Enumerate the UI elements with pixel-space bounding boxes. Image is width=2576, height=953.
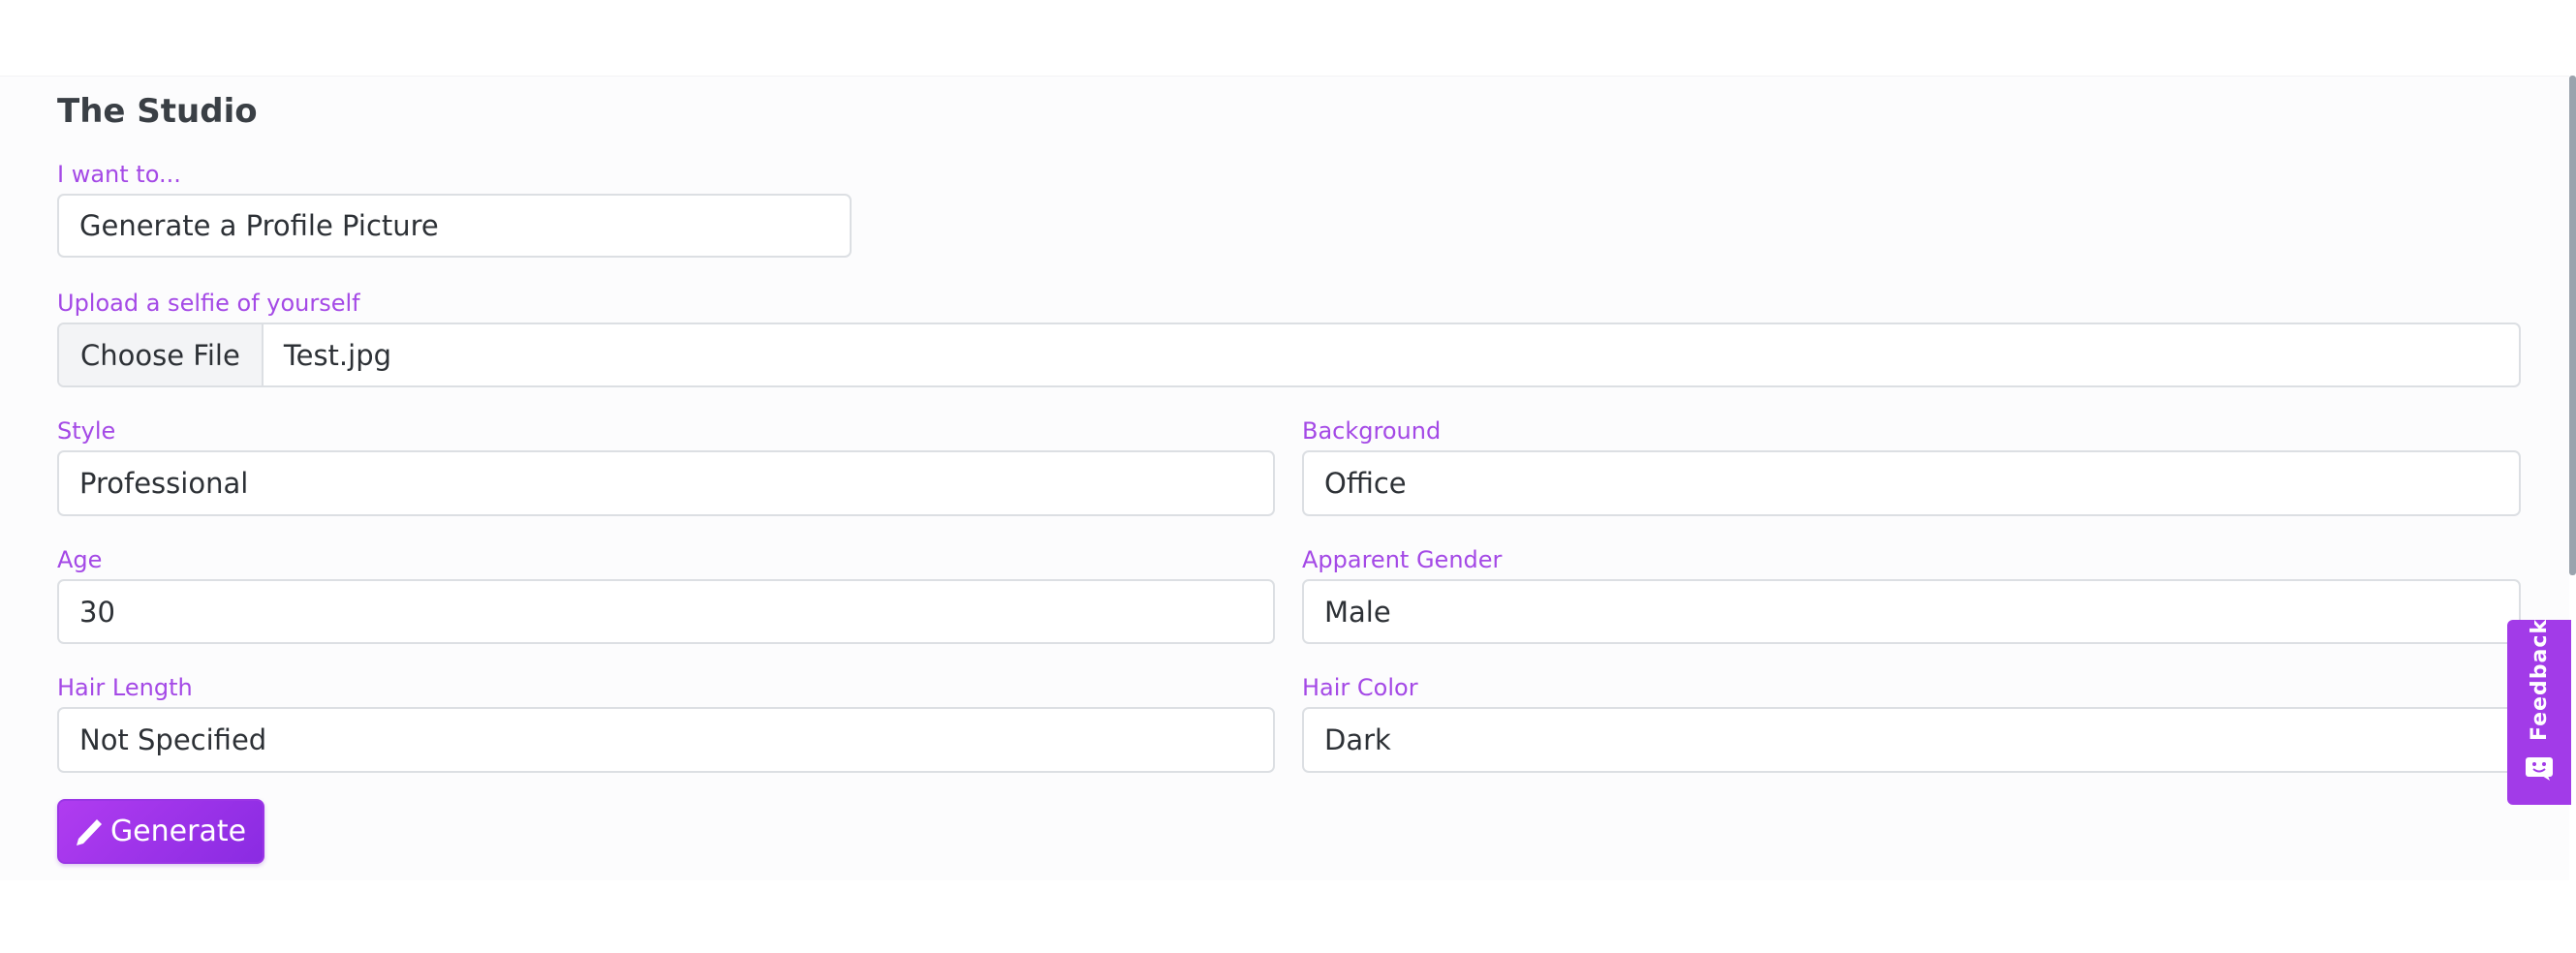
pencil-icon [76, 817, 103, 846]
gender-value: Male [1324, 595, 1391, 629]
selfie-label: Upload a selfie of yourself [57, 290, 360, 317]
page-scrollbar[interactable] [2569, 76, 2576, 575]
hair-length-label: Hair Length [57, 674, 193, 701]
top-bar [0, 0, 2576, 76]
generate-button-label: Generate [109, 815, 247, 848]
intent-select[interactable]: Generate a Profile Picture [57, 194, 852, 258]
background-label: Background [1302, 417, 1442, 445]
background-select[interactable]: Office [1302, 450, 2521, 516]
feedback-label: Feedback [2527, 619, 2552, 741]
selfie-file-input[interactable]: Choose File Test.jpg [57, 323, 2521, 387]
gender-select[interactable]: Male [1302, 579, 2521, 644]
feedback-tab[interactable]: Feedback [2507, 619, 2571, 805]
age-label: Age [57, 546, 103, 573]
age-input[interactable]: 30 [57, 579, 1275, 644]
hair-length-value: Not Specified [79, 723, 267, 756]
generate-button[interactable]: Generate [57, 799, 264, 864]
hair-color-label: Hair Color [1302, 674, 1418, 701]
intent-value: Generate a Profile Picture [79, 209, 439, 242]
style-label: Style [57, 417, 116, 445]
page-title: The Studio [57, 92, 258, 131]
style-value: Professional [79, 467, 249, 500]
hair-color-value: Dark [1324, 723, 1391, 756]
choose-file-button[interactable]: Choose File [59, 324, 264, 385]
gender-label: Apparent Gender [1302, 546, 1503, 573]
chat-face-icon [2525, 756, 2554, 785]
hair-length-select[interactable]: Not Specified [57, 707, 1275, 773]
hair-color-select[interactable]: Dark [1302, 707, 2521, 773]
selected-file-name: Test.jpg [283, 338, 392, 372]
age-value: 30 [79, 595, 115, 629]
intent-label: I want to... [57, 161, 181, 188]
background-value: Office [1324, 467, 1407, 500]
style-select[interactable]: Professional [57, 450, 1275, 516]
